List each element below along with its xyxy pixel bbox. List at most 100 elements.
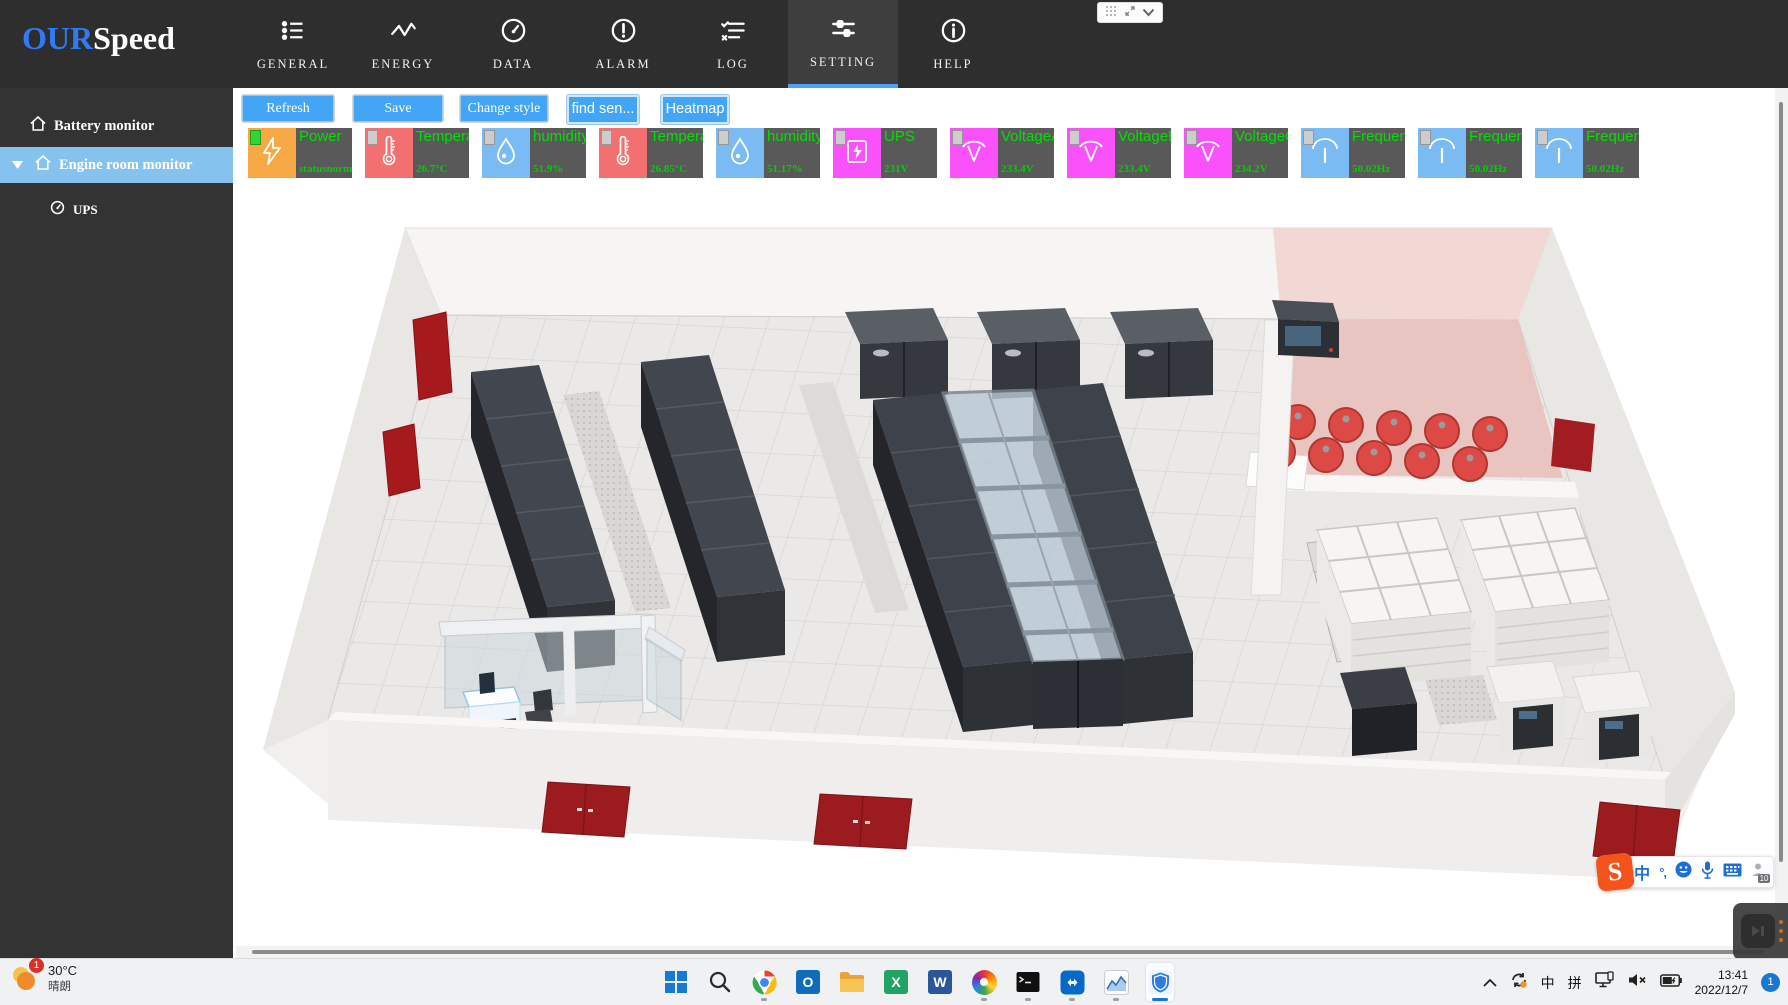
refresh-button[interactable]: Refresh — [242, 95, 334, 122]
ime-lang-toggle[interactable]: 中 — [1634, 860, 1650, 884]
sidebar-item-label: Engine room monitor — [59, 157, 192, 174]
system-tray: 中 拼 13:41 2022/12/7 1 — [1483, 959, 1780, 1005]
sensor-tile-power[interactable]: Powerstatusnormal — [248, 128, 352, 178]
virtual-keyboard-icon[interactable] — [1723, 863, 1742, 882]
start-button[interactable] — [662, 963, 690, 1001]
sensor-tile-voltage-b[interactable]: VoltageB233.4V — [1067, 128, 1171, 178]
sensor-tile-humidity1[interactable]: humidity51.9% — [482, 128, 586, 178]
horizontal-scrollbar[interactable] — [236, 946, 1788, 958]
thermometer-icon — [615, 136, 631, 171]
outlook-icon[interactable]: O — [794, 963, 822, 1001]
tab-data[interactable]: DATA — [458, 0, 568, 88]
sidebar-item-ups[interactable]: UPS — [0, 192, 233, 228]
battery-icon[interactable] — [1660, 974, 1682, 992]
vertical-scrollbar[interactable] — [1775, 88, 1788, 946]
volt-meter-icon — [960, 137, 988, 170]
sensor-tile-voltage-a[interactable]: VoltageA233.4V — [950, 128, 1054, 178]
checkbox[interactable] — [1420, 130, 1431, 145]
ime-punctuation-toggle[interactable]: °, — [1659, 865, 1666, 880]
tab-setting[interactable]: SETTING — [788, 0, 898, 88]
notification-badge[interactable]: 1 — [1761, 973, 1780, 992]
clock-time: 13:41 — [1695, 968, 1748, 983]
word-icon[interactable]: W — [926, 963, 954, 1001]
ime-mode-indicator[interactable]: 拼 — [1568, 973, 1582, 993]
tab-log[interactable]: LOG — [678, 0, 788, 88]
list-icon — [280, 17, 307, 57]
checkbox[interactable] — [835, 130, 846, 145]
tab-label: ALARM — [595, 57, 650, 72]
logo-part1: OUR — [22, 20, 93, 56]
save-button[interactable]: Save — [353, 95, 443, 122]
sensor-tile-frequency-b[interactable]: Frequen50.02Hz — [1418, 128, 1522, 178]
network-display-icon[interactable] — [1595, 971, 1615, 994]
tray-chevron-up-icon[interactable] — [1483, 974, 1497, 992]
security-app-icon[interactable] — [1146, 963, 1174, 1001]
checkbox[interactable] — [601, 130, 612, 145]
checkbox[interactable] — [1537, 130, 1548, 145]
tab-label: LOG — [717, 57, 749, 72]
checkbox[interactable] — [1303, 130, 1314, 145]
capture-mini-widget[interactable] — [1097, 2, 1163, 23]
scrollbar-thumb[interactable] — [252, 950, 1764, 954]
sensor-tile-temperature1[interactable]: Tempera26.7°C — [365, 128, 469, 178]
file-explorer-icon[interactable] — [838, 963, 866, 1001]
excel-icon[interactable]: X — [882, 963, 910, 1001]
sensor-tile-voltage-c[interactable]: VoltageC234.2V — [1184, 128, 1288, 178]
performance-monitor-icon[interactable] — [1102, 963, 1130, 1001]
tab-general[interactable]: GENERAL — [238, 0, 348, 88]
crac-units — [845, 308, 1213, 399]
taskbar-weather-widget[interactable]: 1 30°C 晴朗 — [8, 962, 77, 994]
tab-alarm[interactable]: ALARM — [568, 0, 678, 88]
pulse-icon — [390, 17, 417, 57]
taskbar-clock[interactable]: 13:41 2022/12/7 — [1695, 968, 1748, 998]
checkbox[interactable] — [952, 130, 963, 145]
room-3d-view[interactable] — [233, 180, 1788, 880]
sogou-logo-icon[interactable]: S — [1595, 852, 1635, 892]
dots-grid-icon — [1105, 4, 1117, 22]
floating-recorder-widget[interactable] — [1733, 903, 1788, 960]
info-circle-icon — [940, 17, 967, 57]
terminal-icon[interactable] — [1014, 963, 1042, 1001]
change-style-button[interactable]: Change style — [460, 95, 548, 122]
search-button[interactable] — [706, 963, 734, 1001]
microphone-icon[interactable] — [1701, 861, 1714, 884]
user-count-icon[interactable]: 10 — [1751, 862, 1767, 883]
widget-dot — [1779, 920, 1783, 924]
checkbox[interactable] — [1069, 130, 1080, 145]
tray-sync-icon[interactable] — [1510, 971, 1528, 994]
sliders-icon — [830, 15, 857, 55]
sidebar-item-engine-room-monitor[interactable]: Engine room monitor — [0, 147, 233, 183]
sensor-tile-frequency-c[interactable]: Frequen50.02Hz — [1535, 128, 1639, 178]
volume-muted-icon[interactable] — [1628, 972, 1647, 993]
home-icon — [30, 116, 46, 136]
weather-badge: 1 — [29, 958, 44, 973]
ime-language-indicator[interactable]: 中 — [1541, 973, 1555, 993]
checkbox-checked[interactable] — [250, 130, 261, 145]
sidebar-item-battery-monitor[interactable]: Battery monitor — [0, 108, 233, 144]
main-menu: GENERAL ENERGY DATA ALARM LOG SETTING — [238, 0, 1008, 88]
find-sensor-button[interactable]: find sen... — [567, 95, 639, 124]
tab-energy[interactable]: ENERGY — [348, 0, 458, 88]
teamviewer-icon[interactable] — [1058, 963, 1086, 1001]
tab-label: ENERGY — [372, 57, 435, 72]
tab-help[interactable]: HELP — [898, 0, 1008, 88]
checkbox[interactable] — [484, 130, 495, 145]
toolbar: Refresh Save Change style find sen... He… — [242, 95, 729, 124]
thermometer-icon — [381, 136, 397, 171]
sensor-tile-frequency-a[interactable]: Frequen50.02Hz — [1301, 128, 1405, 178]
sensor-tile-ups[interactable]: UPS231V — [833, 128, 937, 178]
pinwheel-app-icon[interactable] — [970, 963, 998, 1001]
sogou-ime-toolbar[interactable]: S 中 °, 10 — [1612, 856, 1774, 888]
checkbox[interactable] — [367, 130, 378, 145]
emoji-icon[interactable] — [1675, 861, 1692, 883]
sensor-tile-humidity2[interactable]: humidity251.17% — [716, 128, 820, 178]
checkbox[interactable] — [718, 130, 729, 145]
sensor-tile-temperature2[interactable]: Tempera26.85°C — [599, 128, 703, 178]
recorder-icon[interactable] — [1741, 914, 1775, 948]
heatmap-button[interactable]: Heatmap — [661, 95, 729, 124]
scrollbar-thumb[interactable] — [1779, 102, 1783, 862]
display-cabinet — [1272, 300, 1339, 358]
checkbox[interactable] — [1186, 130, 1197, 145]
chrome-icon[interactable] — [750, 963, 778, 1001]
sun-icon: 1 — [8, 962, 40, 994]
